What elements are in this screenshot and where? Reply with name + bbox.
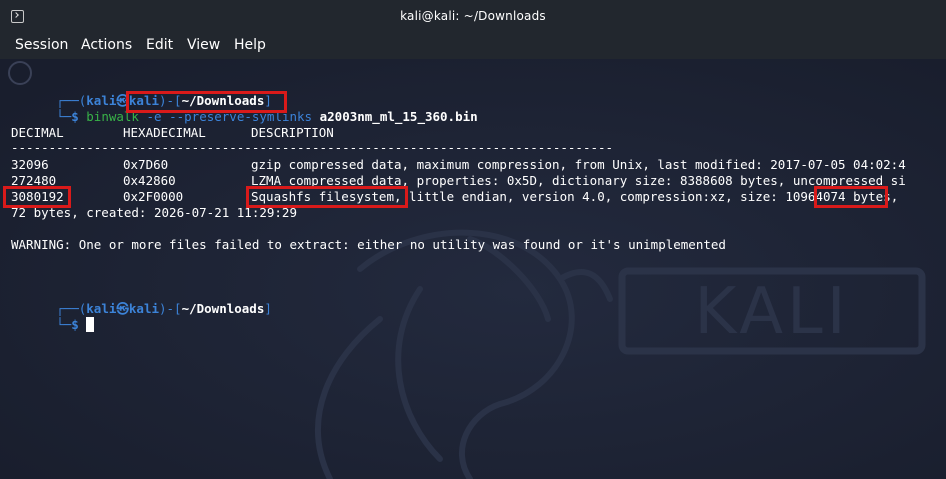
prompt-close: ] — [264, 301, 272, 316]
terminal-output[interactable]: KALI ┌──(kali㉿kali)-[~/Downloads] └─$ bi… — [0, 59, 946, 479]
table-separator: ----------------------------------------… — [11, 140, 614, 155]
menu-view[interactable]: View — [187, 37, 220, 53]
row-3-hex: 0x2F0000 — [123, 189, 184, 204]
svg-text:KALI: KALI — [694, 275, 849, 349]
terminal-window: kali@kali: ~/Downloads Session Actions E… — [0, 0, 946, 479]
menu-edit[interactable]: Edit — [146, 37, 173, 53]
row-3-description-tail: bytes, — [845, 189, 899, 204]
menu-help[interactable]: Help — [234, 37, 266, 53]
row-1-decimal: 32096 — [11, 157, 49, 172]
row-2-hex: 0x42860 — [123, 173, 176, 188]
warning-message: WARNING: One or more files failed to ext… — [11, 237, 726, 252]
row-3-decimal: 3080192 — [11, 189, 64, 204]
row-3-wrap-line: 72 bytes, created: 2026-07-21 11:29:29 — [11, 205, 297, 220]
text-cursor[interactable] — [86, 317, 95, 332]
row-2-description: LZMA compressed data, properties: 0x5D, … — [251, 173, 906, 188]
prompt-prefix: └─ — [56, 109, 72, 124]
title-bar: kali@kali: ~/Downloads — [0, 0, 946, 32]
row-3-description-middle: , little endian, version 4.0, compressio… — [394, 189, 786, 204]
command-line: └─$ binwalk -e --preserve-symlinks a2003… — [11, 93, 478, 141]
prompt-dollar: $ — [71, 109, 79, 124]
row-1-hex: 0x7D60 — [123, 157, 169, 172]
header-decimal: DECIMAL — [11, 125, 64, 140]
prompt-path: ~/Downloads — [181, 301, 265, 316]
command-program: binwalk — [86, 109, 139, 124]
prompt-mid: )-[ — [159, 301, 182, 316]
menu-actions[interactable]: Actions — [81, 37, 132, 53]
command-argument: a2003nm_ml_15_360.bin — [319, 109, 478, 124]
menu-session[interactable]: Session — [15, 37, 68, 53]
prompt-host: kali — [128, 301, 159, 316]
command-flag-symlinks: --preserve-symlinks — [169, 109, 313, 124]
header-description: DESCRIPTION — [251, 125, 334, 140]
row-2-decimal: 272480 — [11, 173, 57, 188]
prompt-at: ㉿ — [116, 301, 129, 316]
row-1-description: gzip compressed data, maximum compressio… — [251, 157, 906, 172]
row-3-size: 10964074 — [785, 189, 846, 204]
window-title: kali@kali: ~/Downloads — [400, 9, 546, 23]
prompt-prefix: └─ — [56, 317, 72, 332]
header-hexadecimal: HEXADECIMAL — [123, 125, 206, 140]
prompt-dollar: $ — [71, 317, 79, 332]
menu-bar: Session Actions Edit View Help — [0, 32, 946, 59]
row-3-description: Squashfs filesystem, little endian, vers… — [251, 189, 898, 205]
row-3-filesystem-type: Squashfs filesystem — [251, 189, 394, 204]
input-line[interactable]: └─$ — [11, 301, 95, 349]
command-flag-e: -e — [146, 109, 162, 124]
